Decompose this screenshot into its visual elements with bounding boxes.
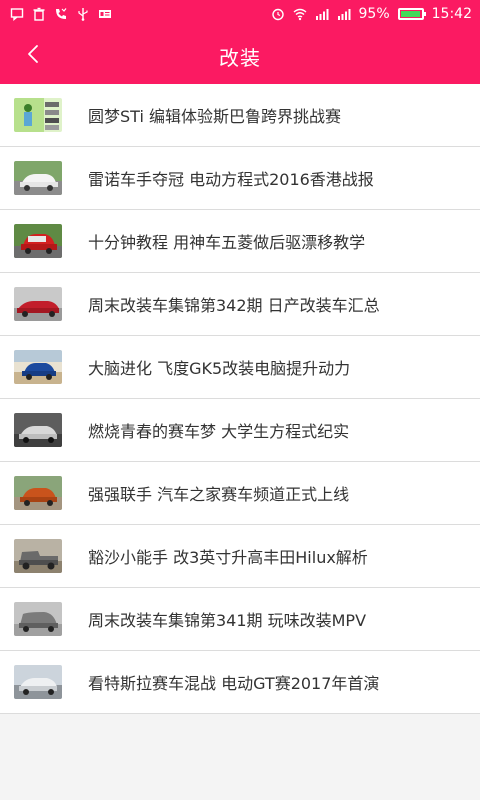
list-item-title: 豁沙小能手 改3英寸升高丰田Hilux解析 xyxy=(88,548,368,567)
silver-car-thumbnail xyxy=(14,413,62,447)
blue-hatch-thumbnail xyxy=(14,350,62,384)
list-item[interactable]: 大脑进化 飞度GK5改装电脑提升动力 xyxy=(0,336,480,399)
app-header: 改装 xyxy=(0,28,480,84)
white-car-thumbnail xyxy=(14,161,62,195)
list-item[interactable]: 雷诺车手夺冠 电动方程式2016香港战报 xyxy=(0,147,480,210)
usb-icon xyxy=(76,7,90,21)
signal-icon xyxy=(315,7,329,21)
battery-icon xyxy=(397,8,426,20)
trash-icon xyxy=(32,7,46,21)
orange-car-thumbnail xyxy=(14,476,62,510)
list-item-title: 大脑进化 飞度GK5改装电脑提升动力 xyxy=(88,359,351,378)
status-bar: 95% 15:42 xyxy=(0,0,480,28)
list-item[interactable]: 看特斯拉赛车混战 电动GT赛2017年首演 xyxy=(0,651,480,714)
status-time: 15:42 xyxy=(431,6,472,22)
status-notifications xyxy=(10,7,112,21)
message-icon xyxy=(10,7,24,21)
red-sedan-thumbnail xyxy=(14,287,62,321)
list-item[interactable]: 周末改装车集锦第341期 玩味改装MPV xyxy=(0,588,480,651)
list-item-title: 强强联手 汽车之家赛车频道正式上线 xyxy=(88,485,350,504)
list-item-title: 圆梦STi 编辑体验斯巴鲁跨界挑战赛 xyxy=(88,107,341,126)
news-icon xyxy=(98,7,112,21)
list-item-title: 十分钟教程 用神车五菱做后驱漂移教学 xyxy=(88,233,366,252)
wifi-icon xyxy=(293,7,307,21)
list-item-title: 周末改装车集锦第341期 玩味改装MPV xyxy=(88,611,367,630)
list-item[interactable]: 强强联手 汽车之家赛车频道正式上线 xyxy=(0,462,480,525)
chevron-left-icon xyxy=(23,43,45,69)
red-car-thumbnail xyxy=(14,224,62,258)
tesla-thumbnail xyxy=(14,665,62,699)
list-item-title: 周末改装车集锦第342期 日产改装车汇总 xyxy=(88,296,380,315)
mpv-thumbnail xyxy=(14,602,62,636)
battery-level-fill xyxy=(400,11,420,17)
signal-icon xyxy=(337,7,351,21)
pickup-thumbnail xyxy=(14,539,62,573)
list-item[interactable]: 豁沙小能手 改3英寸升高丰田Hilux解析 xyxy=(0,525,480,588)
list-item[interactable]: 周末改装车集锦第342期 日产改装车汇总 xyxy=(0,273,480,336)
list-item-title: 雷诺车手夺冠 电动方程式2016香港战报 xyxy=(88,170,374,189)
list-item-title: 看特斯拉赛车混战 电动GT赛2017年首演 xyxy=(88,674,380,693)
list-item-title: 燃烧青春的赛车梦 大学生方程式纪实 xyxy=(88,422,350,441)
alarm-icon xyxy=(271,7,285,21)
status-system: 95% 15:42 xyxy=(271,7,472,21)
poster-thumbnail xyxy=(14,98,62,132)
list-item[interactable]: 十分钟教程 用神车五菱做后驱漂移教学 xyxy=(0,210,480,273)
list-item[interactable]: 燃烧青春的赛车梦 大学生方程式纪实 xyxy=(0,399,480,462)
missed-call-icon xyxy=(54,7,68,21)
back-button[interactable] xyxy=(18,40,50,72)
article-list: 圆梦STi 编辑体验斯巴鲁跨界挑战赛 雷诺车手夺冠 电动方程式2016香港战报 … xyxy=(0,84,480,714)
battery-percent: 95% xyxy=(358,6,390,22)
page-title: 改装 xyxy=(219,45,261,70)
list-item[interactable]: 圆梦STi 编辑体验斯巴鲁跨界挑战赛 xyxy=(0,84,480,147)
